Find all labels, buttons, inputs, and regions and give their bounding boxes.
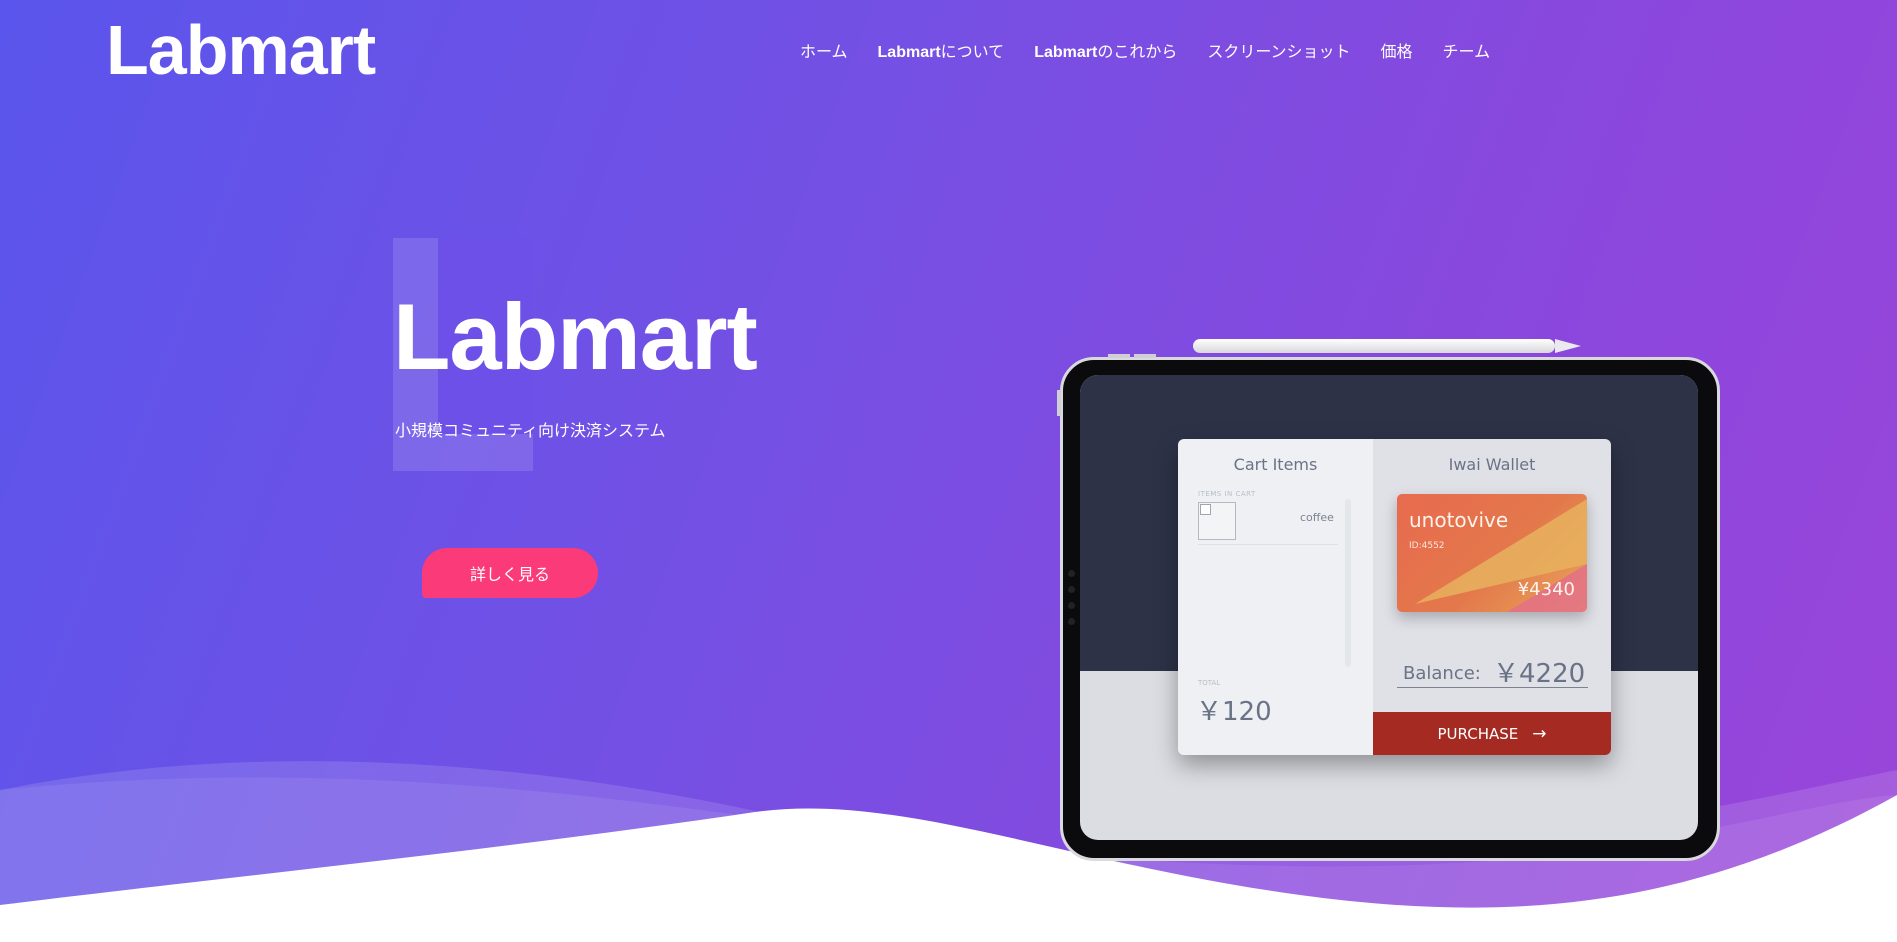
broken-image-icon <box>1198 502 1236 540</box>
tablet-volume-button <box>1134 354 1156 358</box>
site-logo[interactable]: Labmart <box>106 10 376 90</box>
cart-panel: Cart Items ITEMS IN CART coffee TOTAL ￥1… <box>1178 439 1373 755</box>
wallet-panel: Iwai Wallet unotovive ID:4552 ¥4340 Bala… <box>1373 439 1611 755</box>
cart-scrollbar[interactable] <box>1345 499 1351 667</box>
balance-underline <box>1397 687 1588 688</box>
main-nav: ホーム Labmartについて Labmartのこれから スクリーンショット 価… <box>800 38 1520 62</box>
nav-item-pricing[interactable]: 価格 <box>1381 38 1413 62</box>
nav-item-future[interactable]: Labmartのこれから <box>1034 38 1177 62</box>
balance-value: ￥4220 <box>1493 659 1586 689</box>
hero-title: Labmart <box>393 284 758 389</box>
cart-title: Cart Items <box>1233 455 1318 474</box>
card-brand: unotovive <box>1409 508 1509 532</box>
payment-app-window: Cart Items ITEMS IN CART coffee TOTAL ￥1… <box>1178 439 1611 755</box>
nav-item-screenshots[interactable]: スクリーンショット <box>1207 38 1350 62</box>
tablet-side-button <box>1057 390 1061 416</box>
nav-item-about[interactable]: Labmartについて <box>878 38 1005 62</box>
card-amount: ¥4340 <box>1517 579 1575 600</box>
wallet-title: Iwai Wallet <box>1448 455 1536 474</box>
purchase-label: PURCHASE <box>1437 724 1519 743</box>
cart-item-name: coffee <box>1300 511 1334 524</box>
items-in-cart-label: ITEMS IN CART <box>1198 490 1256 498</box>
learn-more-button[interactable]: 詳しく見る <box>422 548 598 598</box>
balance-label: Balance: <box>1403 663 1481 684</box>
tablet-volume-button <box>1108 354 1130 358</box>
total-value: ￥120 <box>1196 697 1272 727</box>
purchase-button[interactable]: PURCHASE → <box>1373 712 1611 755</box>
card-id: ID:4552 <box>1409 541 1445 551</box>
tablet-camera-dots <box>1068 570 1076 634</box>
total-label: TOTAL <box>1198 679 1221 687</box>
arrow-right-icon: → <box>1532 723 1547 744</box>
wallet-card[interactable]: unotovive ID:4552 ¥4340 <box>1397 494 1587 612</box>
nav-item-team[interactable]: チーム <box>1443 38 1491 62</box>
stylus-pencil-image <box>1193 339 1581 353</box>
nav-item-home[interactable]: ホーム <box>800 38 848 62</box>
hero-subtitle: 小規模コミュニティ向け決済システム <box>395 421 666 440</box>
cart-item-divider <box>1198 544 1338 545</box>
